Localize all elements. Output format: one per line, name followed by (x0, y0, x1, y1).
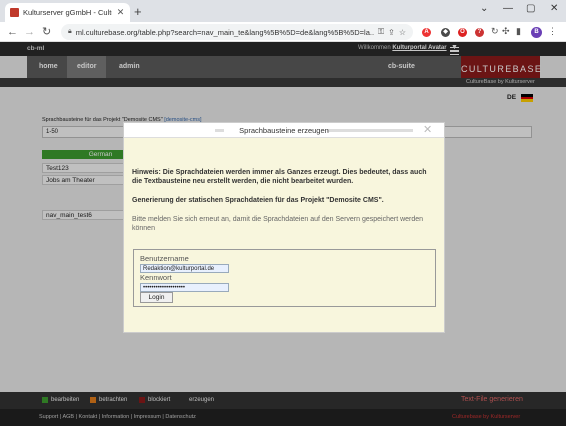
site-favicon-icon (10, 8, 19, 17)
username-label: Benutzername (140, 254, 189, 263)
puzzle-extensions-icon[interactable]: ✣ (502, 26, 510, 37)
sync-extension-icon[interactable]: ↻ (491, 26, 499, 37)
opera-extension-icon[interactable]: O (458, 28, 467, 37)
dialog-close-icon[interactable]: ✕ (423, 124, 432, 136)
relogin-text: Bitte melden Sie sich erneut an, damit d… (132, 216, 424, 232)
window-close-button[interactable]: ✕ (550, 3, 558, 14)
minimize-button[interactable]: — (503, 3, 513, 14)
bookmark-star-icon[interactable]: ☆ (399, 28, 406, 37)
adblock-extension-icon[interactable]: A (422, 28, 431, 37)
username-field[interactable]: Redaktion@kulturportal.de (140, 264, 229, 273)
profile-avatar[interactable]: B (531, 27, 542, 38)
hint-text: Hinweis: Die Sprachdateien werden immer … (132, 169, 427, 185)
tab-search-icon[interactable]: ⌄ (480, 3, 488, 14)
lock-icon[interactable]: 🔒︎ (68, 28, 72, 36)
tab-title: Kulturserver gGmbH - Culturebase (23, 8, 112, 17)
share-icon[interactable]: ⇪ (388, 28, 395, 37)
generate-dialog: Sprachbausteine erzeugen ✕ Hinweis: Die … (123, 122, 445, 333)
browser-toolbar: ← → ↻ 🔒︎ ml.culturebase.org/table.php?se… (0, 22, 566, 42)
back-button[interactable]: ← (7, 25, 18, 39)
password-field[interactable]: •••••••••••••••••••• (140, 283, 229, 292)
maximize-button[interactable]: ▢ (526, 3, 535, 14)
url-text[interactable]: ml.culturebase.org/table.php?search=nav_… (76, 28, 374, 37)
browser-menu-icon[interactable]: ⋮ (548, 26, 557, 37)
shield-extension-icon[interactable]: ◆ (441, 28, 450, 37)
login-form: Benutzername Redaktion@kulturportal.de K… (133, 249, 436, 307)
generation-text: Generierung der statischen Sprachdateien… (132, 197, 384, 204)
login-button[interactable]: Login (140, 292, 173, 303)
dialog-header: Sprachbausteine erzeugen ✕ (124, 123, 444, 138)
new-tab-button[interactable]: + (134, 5, 142, 18)
tab-close-icon[interactable]: ✕ (116, 7, 125, 18)
browser-tab[interactable]: Kulturserver gGmbH - Culturebase ✕ (5, 3, 130, 22)
side-panel-icon[interactable]: ▮ (516, 26, 521, 37)
title-bar-decoration (215, 129, 224, 132)
browser-tab-bar: Kulturserver gGmbH - Culturebase ✕ + ⌄ —… (0, 0, 566, 22)
script-extension-icon[interactable]: ? (475, 28, 484, 37)
dialog-title: Sprachbausteine erzeugen (239, 126, 329, 135)
forward-button[interactable]: → (24, 25, 35, 39)
password-label: Kennwort (140, 273, 172, 282)
reload-button[interactable]: ↻ (42, 25, 51, 39)
address-bar[interactable]: 🔒︎ ml.culturebase.org/table.php?search=n… (61, 24, 413, 40)
key-icon[interactable]: ⚿ (378, 27, 384, 37)
